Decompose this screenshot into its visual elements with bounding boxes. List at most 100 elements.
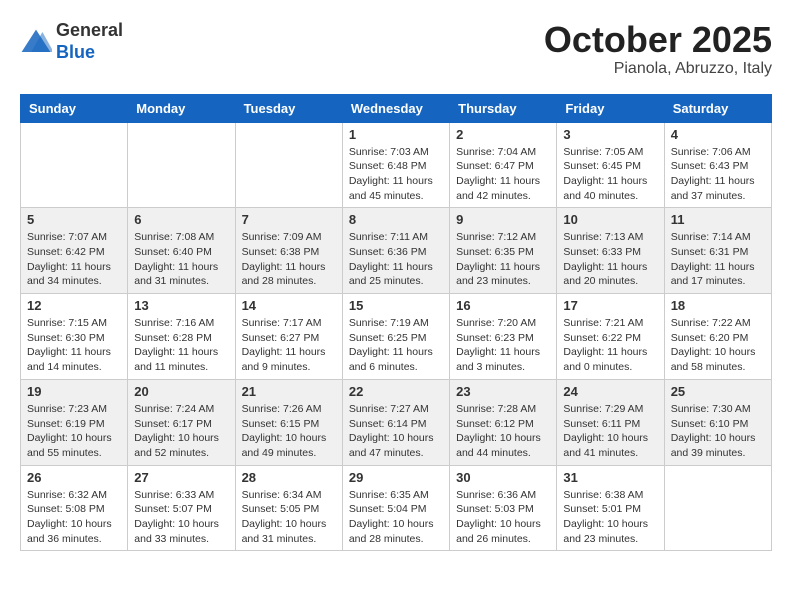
logo-general-text: General (56, 20, 123, 40)
day-number: 26 (27, 470, 121, 485)
header-sunday: Sunday (21, 94, 128, 122)
calendar-cell: 27Sunrise: 6:33 AM Sunset: 5:07 PM Dayli… (128, 465, 235, 551)
calendar-week-row: 12Sunrise: 7:15 AM Sunset: 6:30 PM Dayli… (21, 294, 772, 380)
day-info: Sunrise: 7:28 AM Sunset: 6:12 PM Dayligh… (456, 402, 550, 461)
day-number: 7 (242, 212, 336, 227)
day-number: 10 (563, 212, 657, 227)
calendar-cell: 30 Sunrise: 6:36 AM Sunset: 5:03 PM Dayli… (450, 465, 557, 551)
calendar-cell: 15Sunrise: 7:19 AM Sunset: 6:25 PM Dayli… (342, 294, 449, 380)
day-info: Sunrise: 7:29 AM Sunset: 6:11 PM Dayligh… (563, 402, 657, 461)
calendar-cell: 2 Sunrise: 7:04 AM Sunset: 6:47 PM Daylig… (450, 122, 557, 208)
calendar-cell (128, 122, 235, 208)
day-number: 31 (563, 470, 657, 485)
day-number: 8 (349, 212, 443, 227)
title-block: October 2025 Pianola, Abruzzo, Italy (544, 20, 772, 78)
day-info: Sunrise: 7:03 AM Sunset: 6:48 PM Dayligh… (349, 145, 443, 204)
calendar-cell (664, 465, 771, 551)
day-number: 18 (671, 298, 765, 313)
calendar-cell (235, 122, 342, 208)
calendar-cell: 24 Sunrise: 7:29 AM Sunset: 6:11 PM Dayli… (557, 379, 664, 465)
calendar-cell: 28 Sunrise: 6:34 AM Sunset: 5:05 PM Dayli… (235, 465, 342, 551)
calendar-header-row: SundayMondayTuesdayWednesdayThursdayFrid… (21, 94, 772, 122)
day-number: 2 (456, 127, 550, 142)
day-info: Sunrise: 7:11 AM Sunset: 6:36 PM Dayligh… (349, 230, 443, 289)
day-info: Sunrise: 6:36 AM Sunset: 5:03 PM Dayligh… (456, 488, 550, 547)
day-info: Sunrise: 6:34 AM Sunset: 5:05 PM Dayligh… (242, 488, 336, 547)
day-info: Sunrise: 7:08 AM Sunset: 6:40 PM Dayligh… (134, 230, 228, 289)
day-info: Sunrise: 7:07 AM Sunset: 6:42 PM Dayligh… (27, 230, 121, 289)
day-info: Sunrise: 7:20 AM Sunset: 6:23 PM Dayligh… (456, 316, 550, 375)
day-number: 25 (671, 384, 765, 399)
calendar-week-row: 19 Sunrise: 7:23 AM Sunset: 6:19 PM Dayli… (21, 379, 772, 465)
day-info: Sunrise: 7:21 AM Sunset: 6:22 PM Dayligh… (563, 316, 657, 375)
header-friday: Friday (557, 94, 664, 122)
day-number: 28 (242, 470, 336, 485)
calendar-cell: 1 Sunrise: 7:03 AM Sunset: 6:48 PM Daylig… (342, 122, 449, 208)
calendar-cell: 22 Sunrise: 7:27 AM Sunset: 6:14 PM Dayli… (342, 379, 449, 465)
calendar-cell: 5 Sunrise: 7:07 AM Sunset: 6:42 PM Daylig… (21, 208, 128, 294)
day-number: 16 (456, 298, 550, 313)
calendar-cell: 11 Sunrise: 7:14 AM Sunset: 6:31 PM Dayli… (664, 208, 771, 294)
day-info: Sunrise: 7:06 AM Sunset: 6:43 PM Dayligh… (671, 145, 765, 204)
calendar-week-row: 5 Sunrise: 7:07 AM Sunset: 6:42 PM Daylig… (21, 208, 772, 294)
calendar-cell: 7Sunrise: 7:09 AM Sunset: 6:38 PM Daylig… (235, 208, 342, 294)
day-number: 3 (563, 127, 657, 142)
calendar-cell (21, 122, 128, 208)
day-info: Sunrise: 7:13 AM Sunset: 6:33 PM Dayligh… (563, 230, 657, 289)
day-number: 30 (456, 470, 550, 485)
day-info: Sunrise: 7:23 AM Sunset: 6:19 PM Dayligh… (27, 402, 121, 461)
day-info: Sunrise: 6:38 AM Sunset: 5:01 PM Dayligh… (563, 488, 657, 547)
calendar-week-row: 26Sunrise: 6:32 AM Sunset: 5:08 PM Dayli… (21, 465, 772, 551)
day-info: Sunrise: 7:30 AM Sunset: 6:10 PM Dayligh… (671, 402, 765, 461)
day-number: 14 (242, 298, 336, 313)
day-info: Sunrise: 7:24 AM Sunset: 6:17 PM Dayligh… (134, 402, 228, 461)
day-number: 21 (242, 384, 336, 399)
day-info: Sunrise: 7:04 AM Sunset: 6:47 PM Dayligh… (456, 145, 550, 204)
calendar-cell: 26Sunrise: 6:32 AM Sunset: 5:08 PM Dayli… (21, 465, 128, 551)
calendar-cell: 3 Sunrise: 7:05 AM Sunset: 6:45 PM Daylig… (557, 122, 664, 208)
day-number: 17 (563, 298, 657, 313)
calendar-cell: 25 Sunrise: 7:30 AM Sunset: 6:10 PM Dayli… (664, 379, 771, 465)
day-number: 20 (134, 384, 228, 399)
calendar-cell: 8 Sunrise: 7:11 AM Sunset: 6:36 PM Daylig… (342, 208, 449, 294)
header-thursday: Thursday (450, 94, 557, 122)
location-subtitle: Pianola, Abruzzo, Italy (544, 60, 772, 78)
calendar-cell: 20 Sunrise: 7:24 AM Sunset: 6:17 PM Dayli… (128, 379, 235, 465)
day-info: Sunrise: 7:12 AM Sunset: 6:35 PM Dayligh… (456, 230, 550, 289)
day-info: Sunrise: 7:26 AM Sunset: 6:15 PM Dayligh… (242, 402, 336, 461)
day-info: Sunrise: 7:27 AM Sunset: 6:14 PM Dayligh… (349, 402, 443, 461)
calendar-cell: 18Sunrise: 7:22 AM Sunset: 6:20 PM Dayli… (664, 294, 771, 380)
calendar-cell: 14 Sunrise: 7:17 AM Sunset: 6:27 PM Dayli… (235, 294, 342, 380)
logo-icon (20, 28, 52, 56)
calendar-table: SundayMondayTuesdayWednesdayThursdayFrid… (20, 94, 772, 552)
day-number: 24 (563, 384, 657, 399)
logo-blue-text: Blue (56, 42, 95, 62)
day-number: 11 (671, 212, 765, 227)
calendar-cell: 13Sunrise: 7:16 AM Sunset: 6:28 PM Dayli… (128, 294, 235, 380)
calendar-cell: 9Sunrise: 7:12 AM Sunset: 6:35 PM Daylig… (450, 208, 557, 294)
day-number: 13 (134, 298, 228, 313)
calendar-cell: 4 Sunrise: 7:06 AM Sunset: 6:43 PM Daylig… (664, 122, 771, 208)
calendar-cell: 23 Sunrise: 7:28 AM Sunset: 6:12 PM Dayli… (450, 379, 557, 465)
calendar-cell: 12Sunrise: 7:15 AM Sunset: 6:30 PM Dayli… (21, 294, 128, 380)
header-monday: Monday (128, 94, 235, 122)
day-number: 15 (349, 298, 443, 313)
day-number: 22 (349, 384, 443, 399)
day-number: 29 (349, 470, 443, 485)
day-number: 5 (27, 212, 121, 227)
day-info: Sunrise: 7:17 AM Sunset: 6:27 PM Dayligh… (242, 316, 336, 375)
month-title: October 2025 (544, 20, 772, 60)
day-number: 1 (349, 127, 443, 142)
calendar-cell: 10 Sunrise: 7:13 AM Sunset: 6:33 PM Dayli… (557, 208, 664, 294)
day-info: Sunrise: 7:14 AM Sunset: 6:31 PM Dayligh… (671, 230, 765, 289)
header-tuesday: Tuesday (235, 94, 342, 122)
day-info: Sunrise: 6:33 AM Sunset: 5:07 PM Dayligh… (134, 488, 228, 547)
calendar-cell: 21 Sunrise: 7:26 AM Sunset: 6:15 PM Dayli… (235, 379, 342, 465)
calendar-cell: 6Sunrise: 7:08 AM Sunset: 6:40 PM Daylig… (128, 208, 235, 294)
day-number: 23 (456, 384, 550, 399)
day-number: 4 (671, 127, 765, 142)
day-number: 19 (27, 384, 121, 399)
day-info: Sunrise: 7:05 AM Sunset: 6:45 PM Dayligh… (563, 145, 657, 204)
day-info: Sunrise: 6:35 AM Sunset: 5:04 PM Dayligh… (349, 488, 443, 547)
day-number: 12 (27, 298, 121, 313)
